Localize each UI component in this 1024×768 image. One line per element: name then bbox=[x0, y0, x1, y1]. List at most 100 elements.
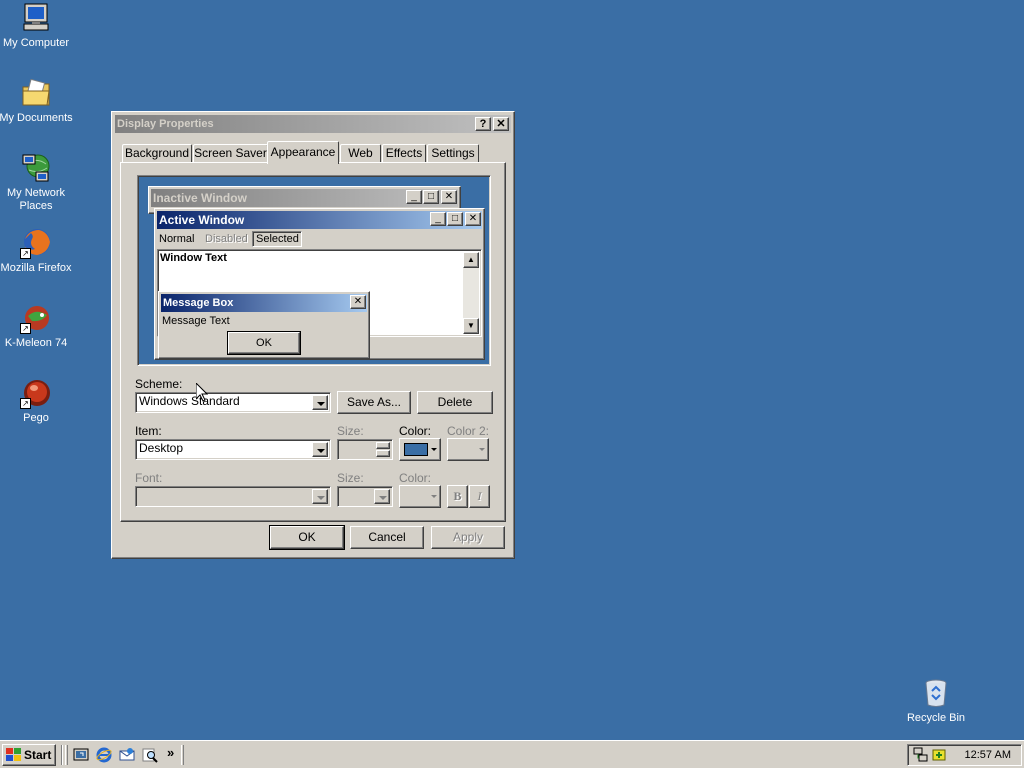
quicklaunch-grip[interactable] bbox=[65, 745, 68, 765]
font-size-select bbox=[337, 486, 393, 507]
search-icon[interactable] bbox=[142, 747, 158, 763]
dialog-titlebar[interactable]: Display Properties ? ✕ bbox=[115, 115, 511, 133]
appearance-panel: Inactive Window _ □ ✕ Active Window _ □ … bbox=[120, 162, 506, 522]
chevron-down-icon[interactable] bbox=[312, 395, 328, 410]
close-icon: ✕ bbox=[441, 190, 457, 204]
taskbar-separator bbox=[61, 745, 63, 765]
mouse-pointer-icon bbox=[195, 381, 209, 405]
item-value: Desktop bbox=[139, 441, 184, 455]
item-size-label: Size: bbox=[337, 424, 364, 438]
desktop-icon-label: My Computer bbox=[2, 37, 70, 49]
pego-icon: ↗ bbox=[20, 377, 52, 409]
k-meleon-icon: ↗ bbox=[20, 302, 52, 334]
chevron-down-icon bbox=[479, 448, 485, 451]
scheme-label: Scheme: bbox=[135, 377, 183, 391]
desktop-icon-label: Mozilla Firefox bbox=[0, 262, 72, 274]
cancel-button[interactable]: Cancel bbox=[350, 526, 424, 549]
system-tray: 12:57 AM bbox=[907, 744, 1022, 766]
preview-msgbox-title: Message Box bbox=[161, 294, 367, 312]
network-places-icon bbox=[20, 152, 52, 184]
start-button[interactable]: Start bbox=[2, 744, 56, 766]
computer-icon bbox=[20, 2, 52, 34]
spin-up-icon bbox=[376, 442, 390, 449]
color-swatch bbox=[404, 443, 428, 456]
help-button[interactable]: ? bbox=[475, 117, 491, 131]
appearance-preview[interactable]: Inactive Window _ □ ✕ Active Window _ □ … bbox=[137, 175, 491, 366]
desktop-icon-label: Pego bbox=[23, 412, 49, 424]
tab-effects[interactable]: Effects bbox=[382, 144, 426, 163]
delete-button[interactable]: Delete bbox=[417, 391, 493, 414]
show-desktop-icon[interactable] bbox=[73, 747, 89, 763]
chevron-down-icon bbox=[431, 448, 437, 451]
desktop-icon-label: Recycle Bin bbox=[906, 712, 966, 724]
shortcut-arrow-icon: ↗ bbox=[20, 398, 31, 409]
firefox-icon: ↗ bbox=[20, 227, 52, 259]
desktop-icon-pego[interactable]: ↗ Pego bbox=[0, 377, 74, 425]
scroll-up-icon: ▲ bbox=[463, 252, 479, 268]
item-label: Item: bbox=[135, 424, 162, 438]
chevron-down-icon bbox=[431, 495, 437, 498]
preview-window-text: Window Text bbox=[160, 252, 227, 264]
bold-button: B bbox=[447, 485, 468, 508]
tab-appearance[interactable]: Appearance bbox=[267, 141, 339, 164]
quicklaunch-overflow-button[interactable]: » bbox=[167, 744, 174, 762]
safely-remove-icon[interactable] bbox=[931, 747, 947, 763]
chevron-down-icon[interactable] bbox=[312, 442, 328, 457]
preview-msgbox-text: Message Text bbox=[162, 315, 230, 327]
desktop-icon-my-documents[interactable]: My Documents bbox=[0, 77, 74, 125]
maximize-icon: □ bbox=[423, 190, 439, 204]
scheme-select[interactable]: Windows Standard bbox=[135, 392, 331, 413]
close-icon: ✕ bbox=[465, 212, 481, 226]
ok-button[interactable]: OK bbox=[269, 525, 345, 550]
maximize-icon: □ bbox=[447, 212, 463, 226]
desktop-icon-label: My Documents bbox=[0, 112, 73, 124]
close-icon: ✕ bbox=[350, 295, 366, 309]
chevron-down-icon bbox=[312, 489, 328, 504]
item-color2-button bbox=[447, 438, 489, 461]
desktop-icon-label: My Network Places bbox=[6, 187, 66, 212]
save-as-button[interactable]: Save As... bbox=[337, 391, 411, 414]
dialog-title: Display Properties bbox=[117, 118, 214, 130]
recycle-bin-icon bbox=[920, 677, 952, 709]
spin-down-icon bbox=[376, 450, 390, 457]
close-button[interactable]: ✕ bbox=[493, 117, 509, 131]
windows-logo-icon bbox=[6, 748, 21, 762]
display-properties-dialog: Display Properties ? ✕ Background Screen… bbox=[111, 111, 515, 559]
internet-explorer-icon[interactable] bbox=[96, 747, 112, 763]
network-status-icon[interactable] bbox=[913, 747, 929, 763]
shortcut-arrow-icon: ↗ bbox=[20, 323, 31, 334]
desktop-icon-firefox[interactable]: ↗ Mozilla Firefox bbox=[0, 227, 74, 275]
font-label: Font: bbox=[135, 471, 163, 485]
preview-menu-disabled: Disabled bbox=[205, 233, 248, 245]
item-select[interactable]: Desktop bbox=[135, 439, 331, 460]
desktop-icon-recycle-bin[interactable]: Recycle Bin bbox=[898, 677, 974, 725]
preview-msgbox-ok: OK bbox=[227, 331, 301, 355]
font-color-button bbox=[399, 485, 441, 508]
clock[interactable]: 12:57 AM bbox=[965, 745, 1011, 765]
desktop-icon-my-computer[interactable]: My Computer bbox=[0, 2, 74, 50]
apply-button: Apply bbox=[431, 526, 505, 549]
tab-background[interactable]: Background bbox=[122, 144, 192, 163]
scheme-value: Windows Standard bbox=[139, 394, 240, 408]
chevron-down-icon bbox=[374, 489, 390, 504]
item-size-stepper bbox=[337, 439, 393, 460]
preview-message-box: Message Box ✕ Message Text OK bbox=[158, 291, 370, 359]
tab-screen-saver[interactable]: Screen Saver bbox=[193, 144, 268, 163]
minimize-icon: _ bbox=[406, 190, 422, 204]
font-size-label: Size: bbox=[337, 471, 364, 485]
font-select bbox=[135, 486, 331, 507]
taskbar-grip[interactable] bbox=[181, 745, 184, 765]
scroll-down-icon: ▼ bbox=[463, 318, 479, 334]
desktop-icon-label: K-Meleon 74 bbox=[4, 337, 68, 349]
desktop-icon-network-places[interactable]: My Network Places bbox=[0, 152, 74, 213]
preview-scrollbar: ▲ ▼ bbox=[463, 252, 479, 334]
outlook-express-icon[interactable] bbox=[119, 747, 135, 763]
item-color-button[interactable] bbox=[399, 438, 441, 461]
desktop-icon-k-meleon[interactable]: ↗ K-Meleon 74 bbox=[0, 302, 74, 350]
documents-folder-icon bbox=[20, 77, 52, 109]
italic-button: I bbox=[469, 485, 490, 508]
start-label: Start bbox=[24, 748, 52, 762]
tab-web[interactable]: Web bbox=[340, 144, 381, 163]
tab-settings[interactable]: Settings bbox=[427, 144, 479, 163]
taskbar: Start » 12:57 AM bbox=[0, 740, 1024, 768]
